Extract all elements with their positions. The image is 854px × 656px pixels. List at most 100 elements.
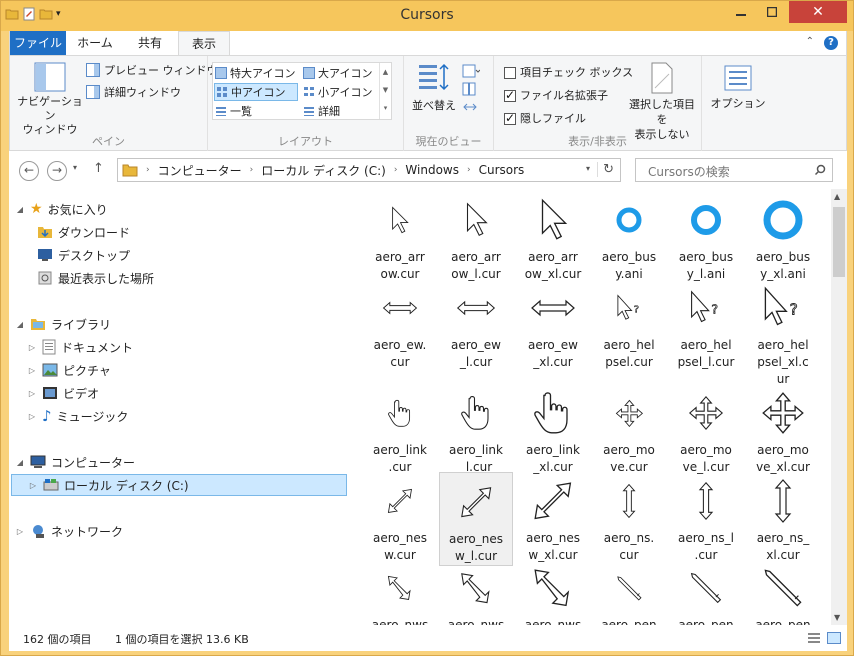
nav-favorites[interactable]: ◢ ★ お気に入り <box>15 199 108 219</box>
file-item[interactable]: aero_mo ve.cur <box>592 384 666 476</box>
layout-large-icons[interactable]: 大アイコン <box>303 65 372 81</box>
close-button[interactable]: ✕ <box>789 1 847 23</box>
file-item[interactable]: aero_ew. cur <box>363 279 437 371</box>
file-item[interactable]: aero_nws <box>439 559 513 625</box>
nav-network[interactable]: ▷ ネットワーク <box>15 521 123 541</box>
file-item[interactable]: aero_nws <box>363 559 437 625</box>
tab-view[interactable]: 表示 <box>178 31 230 56</box>
expand-arrow-icon[interactable]: ▷ <box>27 366 37 375</box>
group-by-button[interactable] <box>462 64 481 81</box>
file-item[interactable]: aero_arr ow_xl.cur <box>516 191 590 283</box>
expand-arrow-icon[interactable]: ▷ <box>27 412 37 421</box>
nav-desktop[interactable]: デスクトップ <box>37 245 130 265</box>
large-icons-view-icon[interactable] <box>827 632 841 644</box>
hidden-files-toggle[interactable]: 隠しファイル <box>504 110 586 126</box>
breadcrumb-cursors[interactable]: Cursors <box>479 163 525 177</box>
file-item[interactable]: aero_link _xl.cur <box>516 384 590 476</box>
layout-extra-large-icons[interactable]: 特大アイコン <box>215 65 295 81</box>
help-icon[interactable]: ? <box>824 36 838 50</box>
file-item[interactable]: aero_arr ow.cur <box>363 191 437 283</box>
address-dropdown-icon[interactable]: ▾ <box>586 164 590 173</box>
add-columns-button[interactable] <box>462 82 480 99</box>
item-checkbox-toggle[interactable]: 項目チェック ボックス <box>504 64 633 80</box>
up-button[interactable]: ↑ <box>93 161 104 176</box>
expand-arrow-icon[interactable]: ▷ <box>27 389 37 398</box>
search-icon[interactable] <box>814 164 826 176</box>
expand-arrow-icon[interactable]: ▷ <box>28 481 38 490</box>
layout-list[interactable]: 一覧 <box>215 103 252 119</box>
file-item[interactable]: aero_bus y_xl.ani <box>746 191 820 283</box>
file-item[interactable]: aero_ew _xl.cur <box>516 279 590 371</box>
file-item[interactable]: ? aero_hel psel_l.cur <box>669 279 743 371</box>
details-pane-button[interactable]: 詳細ウィンドウ <box>86 84 181 100</box>
nav-recent-places[interactable]: 最近表示した場所 <box>37 268 154 288</box>
expand-arrow-icon[interactable]: ▷ <box>27 343 37 352</box>
nav-local-disk[interactable]: ▷ ローカル ディスク (C:) <box>11 474 347 496</box>
expand-arrow-icon[interactable]: ◢ <box>15 320 25 329</box>
file-item[interactable]: aero_pen <box>592 559 666 625</box>
file-item[interactable]: aero_bus y_l.ani <box>669 191 743 283</box>
nav-music[interactable]: ▷ ♪ ミュージック <box>27 406 128 426</box>
refresh-icon[interactable]: ↻ <box>597 162 614 177</box>
breadcrumb-computer[interactable]: コンピューター <box>158 162 242 179</box>
layout-medium-icons[interactable]: 中アイコン <box>214 83 298 101</box>
file-item[interactable]: aero_ns_ xl.cur <box>746 472 820 564</box>
scroll-up-icon[interactable]: ▲ <box>834 192 840 201</box>
file-item[interactable]: aero_nes w_l.cur <box>439 472 513 566</box>
minimize-button[interactable] <box>726 1 756 23</box>
details-view-icon[interactable] <box>807 632 821 644</box>
file-item[interactable]: ? aero_hel psel.cur <box>592 279 666 371</box>
expand-arrow-icon[interactable]: ◢ <box>15 205 25 214</box>
nav-libraries[interactable]: ◢ ライブラリ <box>15 314 111 334</box>
collapse-ribbon-icon[interactable]: ⌃ <box>806 36 814 50</box>
preview-pane-button[interactable]: プレビュー ウィンドウ <box>86 62 218 78</box>
address-bar[interactable]: › コンピューター › ローカル ディスク (C:) › Windows › C… <box>117 158 621 182</box>
nav-documents[interactable]: ▷ ドキュメント <box>27 337 133 357</box>
item-checkbox-box[interactable] <box>504 67 516 79</box>
breadcrumb-windows[interactable]: Windows <box>405 163 459 177</box>
file-item[interactable]: aero_ns. cur <box>592 472 666 564</box>
file-item[interactable]: aero_arr ow_l.cur <box>439 191 513 283</box>
tab-home[interactable]: ホーム <box>70 31 120 55</box>
file-item[interactable]: aero_mo ve_xl.cur <box>746 384 820 476</box>
file-item[interactable]: aero_ew _l.cur <box>439 279 513 371</box>
forward-button[interactable]: → <box>47 161 67 181</box>
file-extensions-checkbox[interactable] <box>504 88 516 102</box>
back-button[interactable]: ← <box>19 161 39 181</box>
file-item[interactable]: aero_link .cur <box>363 384 437 476</box>
nav-computer[interactable]: ◢ コンピューター <box>15 452 135 472</box>
vertical-scrollbar[interactable]: ▲ ▼ <box>831 189 847 625</box>
file-item[interactable]: ? aero_hel psel_xl.c ur <box>746 279 820 388</box>
file-item[interactable]: aero_nes w.cur <box>363 472 437 564</box>
breadcrumb-local-disk[interactable]: ローカル ディスク (C:) <box>261 162 386 179</box>
expand-arrow-icon[interactable]: ◢ <box>15 458 25 467</box>
expand-arrow-icon[interactable]: ▷ <box>15 527 25 536</box>
scrollbar-thumb[interactable] <box>833 207 845 277</box>
file-item[interactable]: aero_nws <box>516 559 590 625</box>
size-columns-button[interactable] <box>462 100 480 117</box>
layout-scroll[interactable]: ▲ ▼ ▾ <box>379 63 391 119</box>
file-item[interactable]: aero_pen <box>746 559 820 625</box>
file-extensions-toggle[interactable]: ファイル名拡張子 <box>504 87 608 103</box>
file-item[interactable]: aero_link _l.cur <box>439 384 513 476</box>
navigation-pane-button[interactable]: ナビゲーション ウィンドウ <box>16 62 84 137</box>
layout-details[interactable]: 詳細 <box>303 103 340 119</box>
file-item[interactable]: aero_pen <box>669 559 743 625</box>
hide-selected-button[interactable]: 選択した項目を 表示しない <box>624 62 700 142</box>
scroll-down-icon[interactable]: ▼ <box>834 613 840 622</box>
file-item[interactable]: aero_ns_l .cur <box>669 472 743 564</box>
options-button[interactable]: オプション <box>710 64 766 111</box>
tab-share[interactable]: 共有 <box>125 31 175 55</box>
nav-pictures[interactable]: ▷ ピクチャ <box>27 360 111 380</box>
search-input[interactable]: Cursorsの検索 <box>635 158 833 182</box>
tab-file[interactable]: ファイル <box>10 31 66 55</box>
sort-by-button[interactable]: 並べ替え <box>410 62 458 113</box>
file-item[interactable]: aero_bus y.ani <box>592 191 666 283</box>
file-item[interactable]: aero_mo ve_l.cur <box>669 384 743 476</box>
hidden-files-checkbox[interactable] <box>504 111 516 125</box>
maximize-button[interactable] <box>757 1 787 23</box>
file-item[interactable]: aero_nes w_xl.cur <box>516 472 590 564</box>
nav-videos[interactable]: ▷ ビデオ <box>27 383 99 403</box>
layout-small-icons[interactable]: 小アイコン <box>303 84 372 100</box>
recent-locations-button[interactable]: ▾ <box>73 163 77 172</box>
